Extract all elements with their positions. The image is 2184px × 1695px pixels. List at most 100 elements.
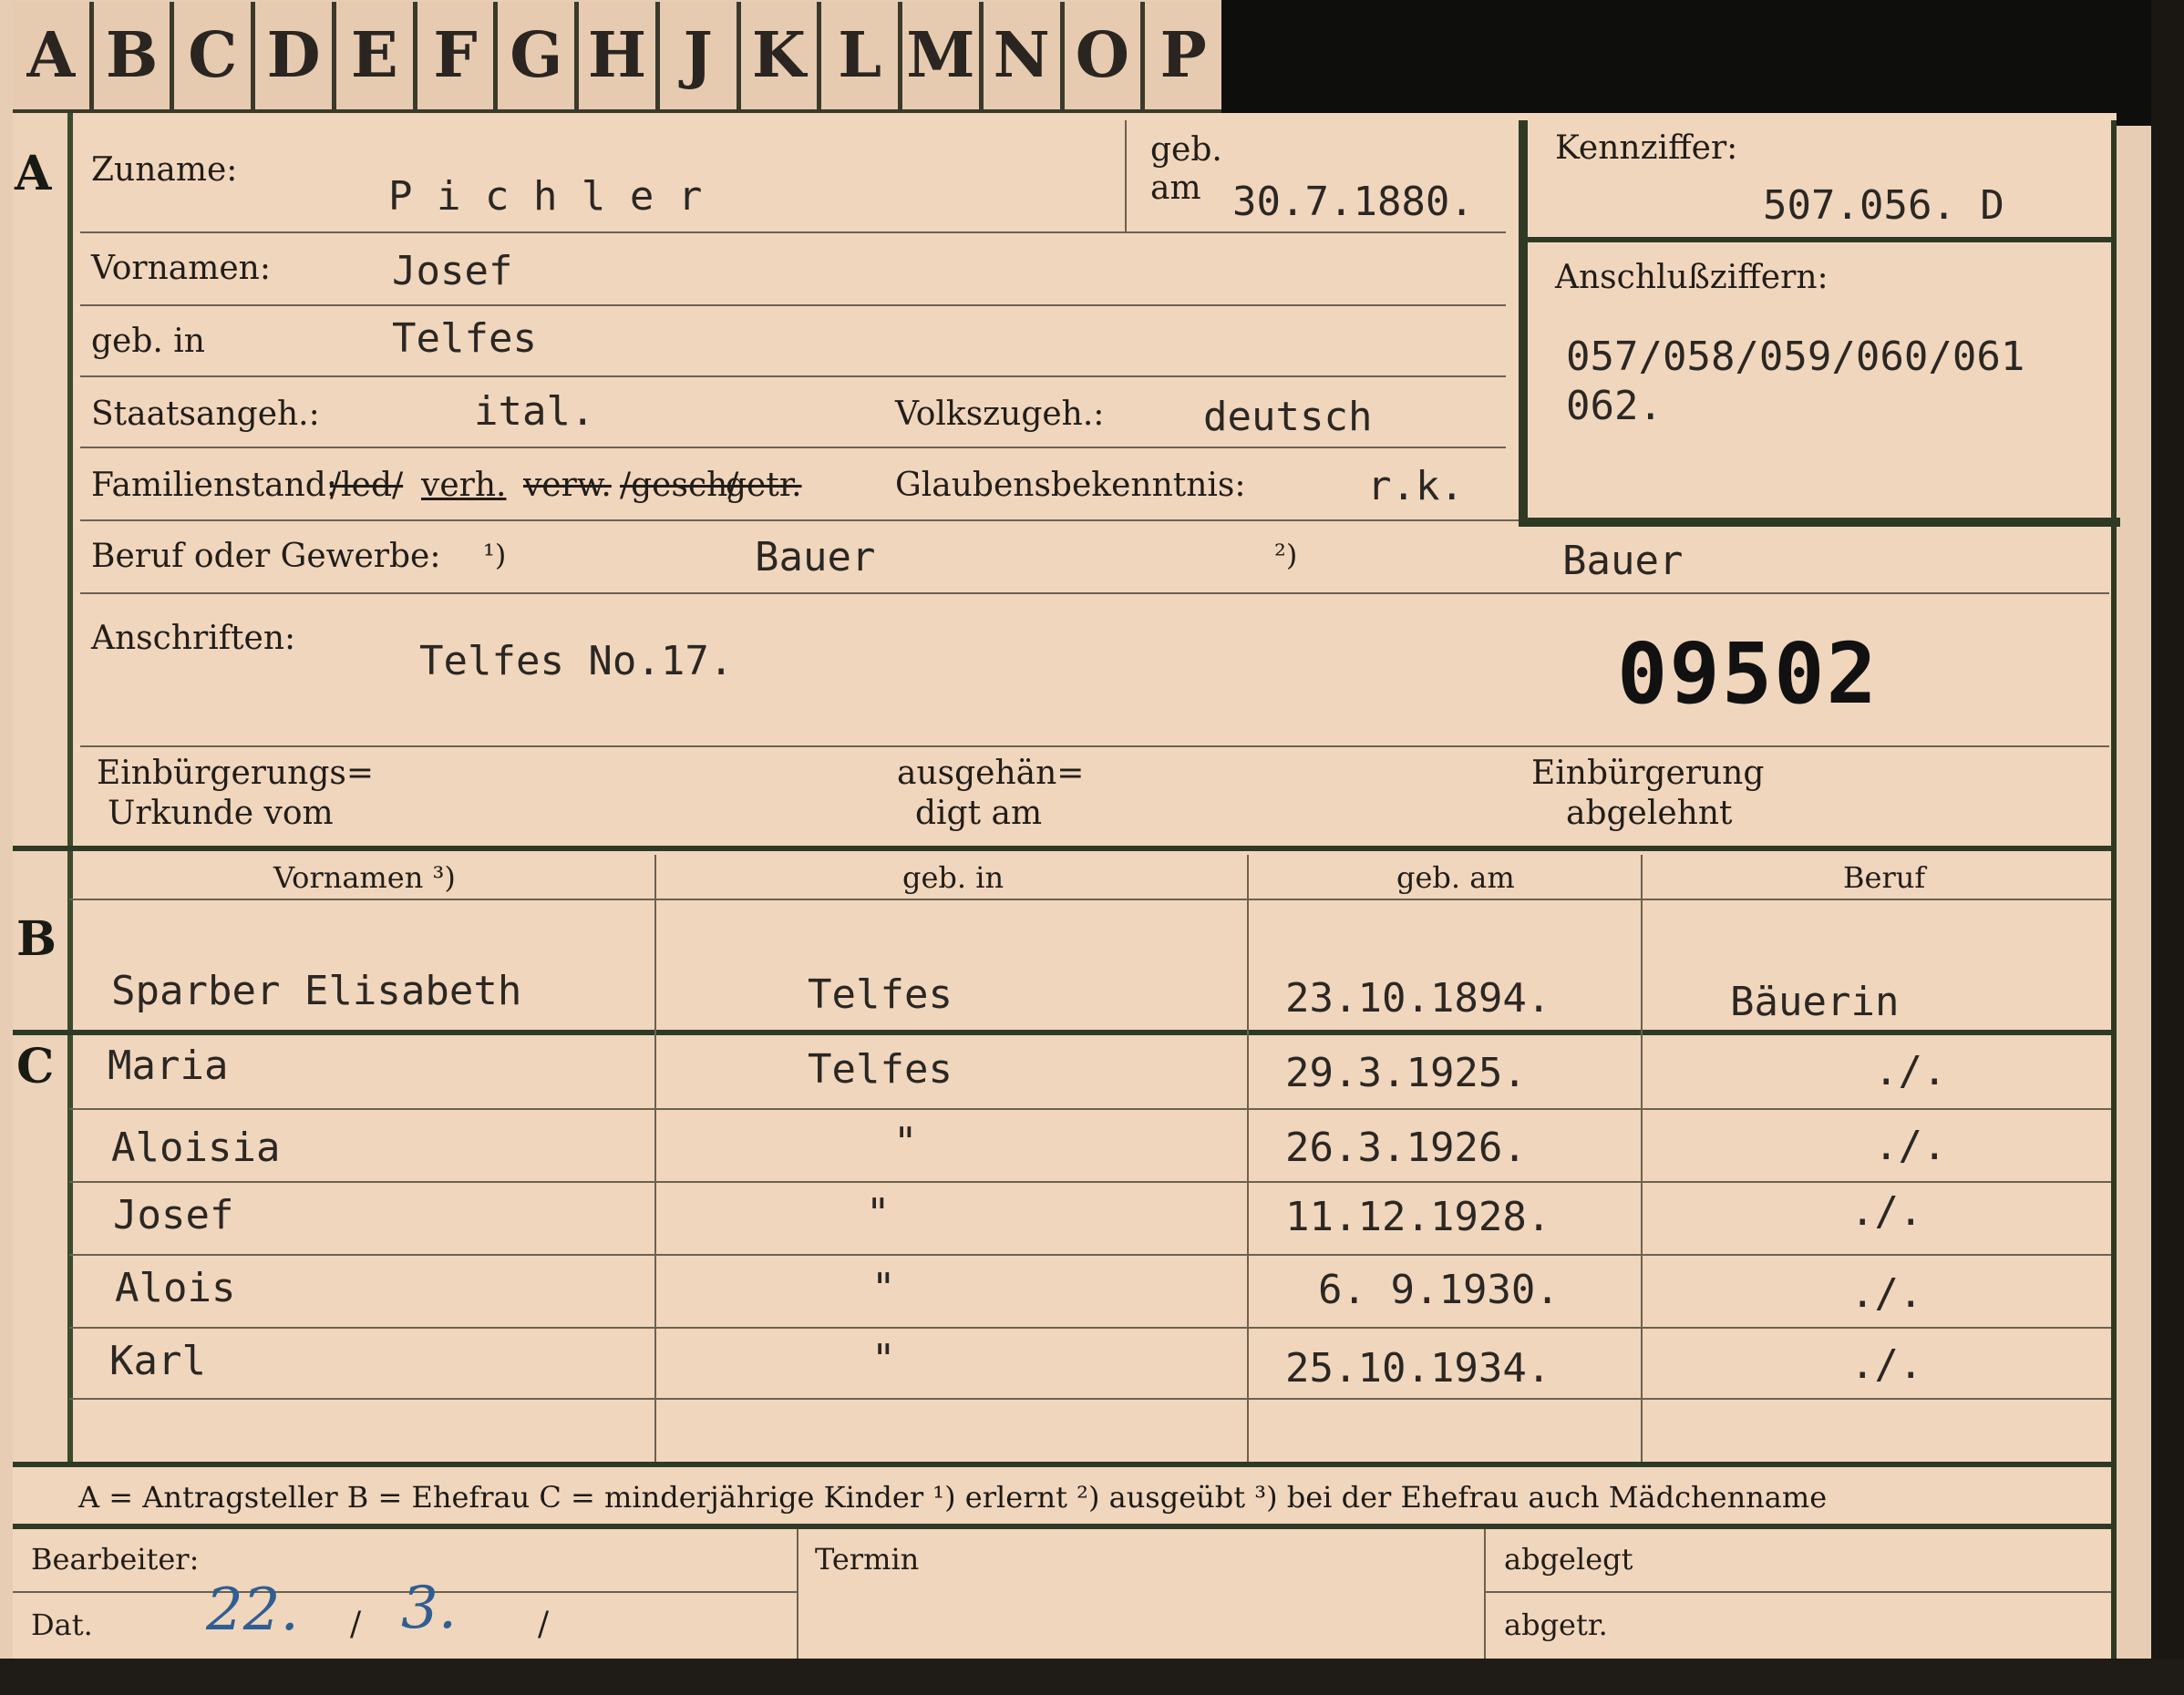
familienstand-option-getr: getr. (726, 467, 802, 504)
spouse-occupation: Bäuerin (1730, 979, 1900, 1025)
gebin-label: geb. in (91, 323, 205, 360)
row-line-7 (80, 745, 2109, 747)
child-birthplace: Telfes (808, 1046, 953, 1093)
einbuergerung-abgelehnt-label-1: Einbürgerung (1531, 755, 1765, 792)
child-row-line-5 (69, 1398, 2111, 1400)
section-letter-c: C (16, 1039, 55, 1094)
child-row-line-4 (69, 1327, 2111, 1329)
tab-m: M (902, 2, 984, 109)
table-header-line (69, 899, 2111, 900)
child-birthplace: " (871, 1265, 896, 1311)
einbuergerung-urkunde-label-1: Einbürgerungs= (97, 755, 375, 792)
child-row-line-2 (69, 1181, 2111, 1183)
child-name: Josef (113, 1192, 234, 1238)
table-col-divider-1 (654, 855, 656, 1462)
familienstand-option-verh: verh. (421, 467, 507, 504)
anschluss-line-2: 062. (1566, 383, 1663, 429)
child-occupation: ./. (1874, 1123, 1947, 1169)
glaubensbekenntnis-value: r.k. (1367, 463, 1464, 509)
tab-p: P (1159, 19, 1207, 92)
vornamen-label: Vornamen: (91, 250, 271, 287)
dat-month-handwritten: 3. (401, 1575, 458, 1642)
vornamen-value: Josef (392, 248, 513, 294)
section-letter-a: A (15, 146, 52, 201)
child-birthplace: " (866, 1190, 891, 1237)
glaubensbekenntnis-label: Glaubensbekenntnis: (895, 467, 1246, 504)
einbuergerung-abgelehnt-label-2: abgelehnt (1566, 795, 1733, 832)
scan-background-bottom (0, 1659, 2184, 1695)
familienstand-label: Familienstand: (91, 467, 337, 504)
beruf-value-2: Bauer (1562, 538, 1684, 584)
spouse-birthdate: 23.10.1894. (1285, 975, 1551, 1022)
child-row-line-3 (69, 1254, 2111, 1256)
section-letter-b: B (16, 911, 57, 967)
col-header-geb-am: geb. am (1396, 860, 1515, 895)
staatsangeh-label: Staatsangeh.: (91, 396, 320, 433)
termin-label: Termin (815, 1542, 920, 1577)
row-line-4 (80, 447, 1506, 448)
footer-col-divider-2 (1484, 1529, 1486, 1659)
child-birthdate: 25.10.1934. (1285, 1345, 1551, 1392)
child-occupation: ./. (1874, 1048, 1947, 1094)
kennziffer-divider (1528, 237, 2111, 242)
section-letter-column (13, 113, 73, 1465)
ausgehaendigt-label-1: ausgehän= (897, 755, 1085, 792)
child-birthdate: 26.3.1926. (1285, 1125, 1527, 1171)
child-occupation: ./. (1850, 1188, 1923, 1235)
child-birthdate: 29.3.1925. (1285, 1050, 1527, 1096)
child-birthplace: " (871, 1336, 896, 1382)
kennziffer-label: Kennziffer: (1555, 129, 1738, 167)
spouse-name: Sparber Elisabeth (111, 968, 522, 1014)
footer-line-right (1484, 1591, 2111, 1593)
col-header-beruf: Beruf (1843, 860, 1926, 895)
child-birthdate: 6. 9.1930. (1318, 1267, 1560, 1313)
beruf-label: Beruf oder Gewerbe: (91, 538, 441, 575)
tab-o: O (1065, 2, 1146, 109)
section-a-divider (13, 846, 2117, 851)
anschluss-label: Anschlußziffern: (1555, 259, 1829, 296)
child-occupation: ./. (1850, 1341, 1923, 1388)
einbuergerung-urkunde-label-2: Urkunde vom (108, 795, 334, 832)
row-line-3 (80, 375, 1506, 377)
child-birthdate: 11.12.1928. (1285, 1194, 1551, 1240)
col-header-geb-in: geb. in (902, 860, 1004, 895)
tab-d: D (255, 2, 336, 109)
scan-background-top (1221, 0, 2184, 126)
beruf-value-1: Bauer (755, 534, 876, 580)
beruf-footnote-2: ²) (1274, 538, 1298, 572)
birth-date-value: 30.7.1880. (1232, 179, 1474, 225)
geb-label: geb. (1150, 131, 1222, 169)
legend-line: A = Antragsteller B = Ehefrau C = minder… (78, 1480, 1828, 1515)
anschriften-label: Anschriften: (91, 620, 296, 657)
tab-e: E (336, 2, 417, 109)
volkszugeh-value: deutsch (1203, 394, 1373, 440)
table-col-divider-2 (1247, 855, 1249, 1462)
child-name: Alois (115, 1265, 236, 1311)
tab-k: K (741, 2, 822, 109)
child-name: Maria (108, 1043, 229, 1089)
child-occupation: ./. (1850, 1270, 1923, 1317)
dat-separator-2: / (538, 1606, 550, 1643)
tab-j: J (660, 2, 741, 109)
kennziffer-value: 507.056. D (1763, 182, 2004, 229)
stamp-number: 09502 (1617, 625, 1879, 723)
row-line-2 (80, 304, 1506, 306)
familienstand-option-gesch: /gesch/ (620, 467, 739, 504)
tab-b: B (94, 2, 175, 109)
surname-divider (1125, 120, 1127, 231)
child-birthplace: " (893, 1119, 918, 1166)
table-col-divider-3 (1641, 855, 1643, 1462)
gebin-value: Telfes (392, 315, 537, 362)
footer-col-divider-1 (797, 1529, 798, 1659)
legend-divider (13, 1524, 2117, 1529)
section-c-divider (13, 1462, 2117, 1467)
dat-label: Dat. (31, 1608, 93, 1642)
tab-l: L (821, 2, 903, 109)
section-b-divider (13, 1030, 2117, 1035)
tab-a: A (13, 2, 94, 109)
am-label: am (1150, 170, 1201, 207)
child-name: Karl (109, 1338, 206, 1384)
abgelegt-label: abgelegt (1504, 1542, 1633, 1577)
tab-n: N (984, 2, 1065, 109)
anschluss-line-1: 057/058/059/060/061 (1566, 334, 2025, 380)
